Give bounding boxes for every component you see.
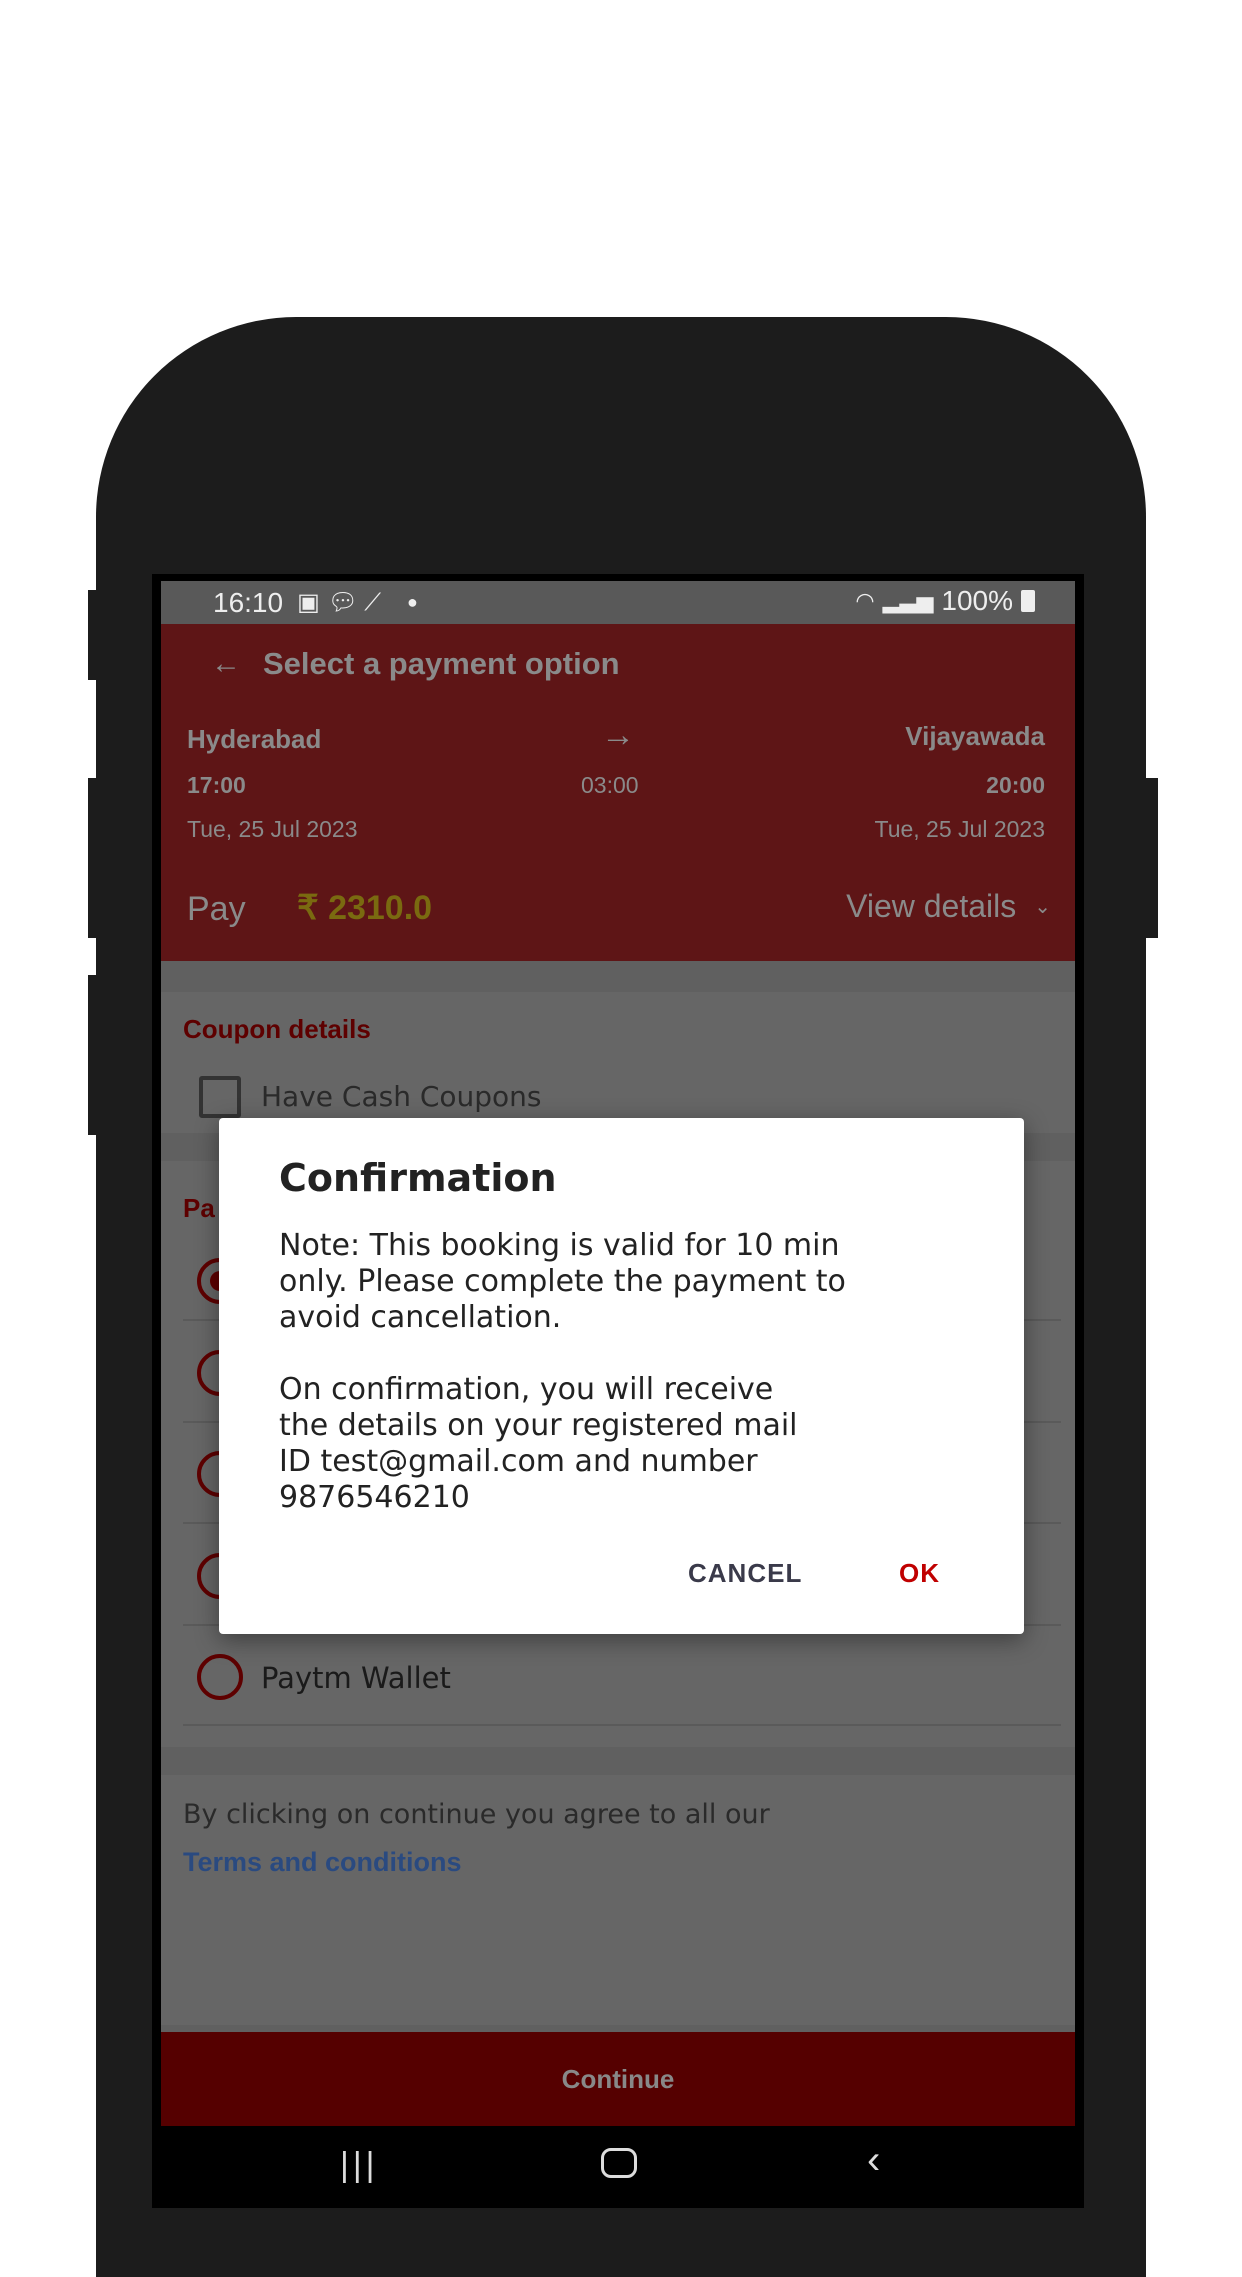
continue-button[interactable]: Continue: [161, 2032, 1075, 2126]
phone-side-button: [88, 778, 100, 938]
arrow-left-icon[interactable]: ←: [211, 647, 241, 681]
terms-card: By clicking on continue you agree to all…: [161, 1775, 1075, 2025]
page-title: Select a payment option: [263, 646, 620, 681]
wifi-icon: ◠: [855, 588, 875, 613]
phone-side-button: [88, 590, 100, 680]
terms-text: By clicking on continue you agree to all…: [183, 1799, 770, 1830]
view-details-label: View details: [846, 888, 1017, 924]
dialog-message: Note: This booking is valid for 10 min o…: [279, 1228, 846, 1515]
battery-icon: [1021, 590, 1035, 612]
payment-option-paytm-radio[interactable]: [197, 1654, 243, 1700]
payment-title: Pa: [183, 1193, 215, 1223]
trip-header: ← Select a payment option Hyderabad 17:0…: [161, 624, 1075, 961]
ok-button[interactable]: OK: [899, 1558, 940, 1589]
back-icon[interactable]: ‹: [867, 2138, 880, 2183]
coupon-card: Coupon details Have Cash Coupons: [161, 992, 1075, 1133]
cancel-button[interactable]: CANCEL: [688, 1558, 802, 1589]
dot-icon: ●: [407, 592, 418, 612]
pay-amount: ₹ 2310.0: [297, 889, 433, 927]
chevron-down-icon: ⌄: [1034, 896, 1051, 918]
phone-side-button: [88, 975, 100, 1135]
system-nav-bar: ||| ‹: [152, 2126, 1084, 2208]
cash-coupons-checkbox[interactable]: [199, 1076, 241, 1118]
continue-label: Continue: [561, 2063, 675, 2094]
battery-level: 100%: [941, 585, 1013, 616]
pay-label: Pay: [187, 890, 246, 928]
destination-city: Vijayawada: [905, 721, 1045, 751]
coupon-title: Coupon details: [183, 1014, 371, 1044]
arrow-right-icon: →: [601, 716, 635, 754]
divider: [183, 1724, 1061, 1726]
phone-side-button: [1146, 778, 1158, 938]
dialog-title: Confirmation: [279, 1156, 557, 1200]
recent-apps-icon[interactable]: |||: [340, 2146, 379, 2185]
magic-wand-icon: ⟋: [364, 588, 382, 616]
destination-date: Tue, 25 Jul 2023: [874, 816, 1046, 842]
confirmation-dialog: Confirmation Note: This booking is valid…: [219, 1118, 1024, 1634]
terms-link[interactable]: Terms and conditions: [183, 1847, 462, 1878]
signal-icon: ▂▃▅: [882, 588, 934, 613]
trip-duration: 03:00: [581, 772, 639, 798]
status-time: 16:10: [213, 586, 284, 618]
destination-time: 20:00: [986, 772, 1045, 798]
status-bar: 16:10 ▣ 💬︎ ⟋ ● ◠ ▂▃▅ 100%: [161, 581, 1075, 624]
view-details-button[interactable]: View details ⌄: [846, 888, 1051, 925]
origin-time: 17:00: [187, 772, 246, 798]
home-icon[interactable]: [601, 2148, 637, 2178]
payment-option-paytm-label: Paytm Wallet: [261, 1661, 451, 1695]
origin-city: Hyderabad: [187, 724, 322, 754]
origin-date: Tue, 25 Jul 2023: [187, 816, 358, 842]
message-icon: 💬︎: [327, 589, 359, 616]
image-icon: ▣: [297, 589, 320, 616]
cash-coupons-label: Have Cash Coupons: [261, 1080, 542, 1113]
